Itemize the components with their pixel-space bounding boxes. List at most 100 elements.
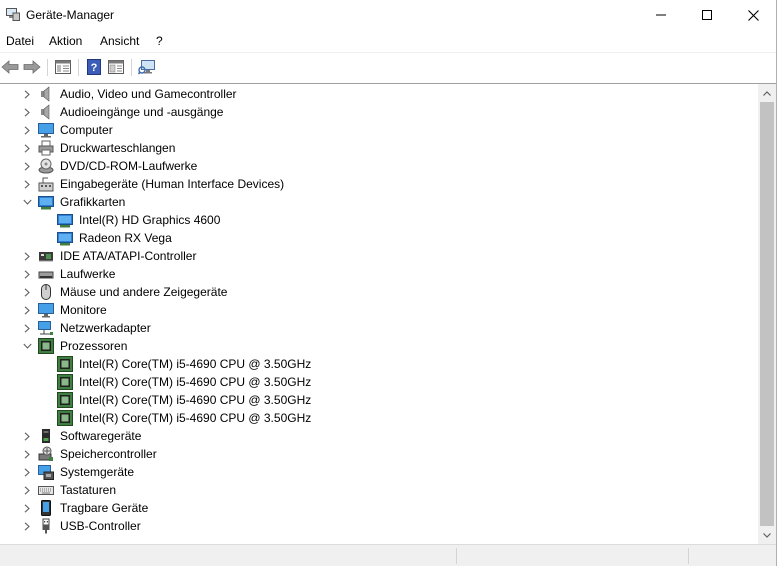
device-tree[interactable]: Audio, Video und Gamecontroller Audioeing… <box>0 83 758 544</box>
ide-controller-icon <box>38 248 54 264</box>
collapse-chevron-down-icon[interactable] <box>22 341 32 351</box>
tree-item-label: Computer <box>60 123 113 137</box>
scroll-up-button[interactable] <box>758 85 776 102</box>
expand-chevron-right-icon[interactable] <box>22 323 32 333</box>
tree-category-item[interactable]: Systemgeräte <box>0 463 758 481</box>
tree-item-label: Intel(R) Core(TM) i5-4690 CPU @ 3.50GHz <box>79 411 312 425</box>
display-adapter-icon <box>57 212 73 228</box>
tree-item-label: Monitore <box>60 303 107 317</box>
tree-category-item[interactable]: Speichercontroller <box>0 445 758 463</box>
tree-item-label: USB-Controller <box>60 519 141 533</box>
window-title: Geräte-Manager <box>26 8 115 22</box>
tree-item-label: Prozessoren <box>60 339 128 353</box>
close-icon <box>747 9 759 21</box>
storage-controller-icon <box>38 446 54 462</box>
expand-chevron-right-icon[interactable] <box>22 287 32 297</box>
help-button[interactable]: ? <box>84 57 104 77</box>
console-tree-button[interactable] <box>53 57 73 77</box>
display-adapter-icon <box>57 230 73 246</box>
menu-datei[interactable]: Datei <box>6 34 34 48</box>
expand-chevron-right-icon[interactable] <box>22 107 32 117</box>
expand-chevron-right-icon[interactable] <box>22 449 32 459</box>
scan-hardware-icon <box>138 60 155 75</box>
processor-icon <box>38 338 54 354</box>
tree-device-item[interactable]: Intel(R) Core(TM) i5-4690 CPU @ 3.50GHz <box>0 355 758 373</box>
tree-item-label: Intel(R) Core(TM) i5-4690 CPU @ 3.50GHz <box>79 393 312 407</box>
tree-item-label: Softwaregeräte <box>60 429 142 443</box>
processor-icon <box>57 374 73 390</box>
tree-device-item[interactable]: Radeon RX Vega <box>0 229 758 247</box>
tree-device-item[interactable]: Intel(R) Core(TM) i5-4690 CPU @ 3.50GHz <box>0 409 758 427</box>
menu-bar: Datei Aktion Ansicht ? <box>0 30 776 52</box>
toolbar: ? <box>0 52 776 81</box>
expand-chevron-right-icon[interactable] <box>22 269 32 279</box>
tree-category-item[interactable]: Mäuse und andere Zeigegeräte <box>0 283 758 301</box>
tree-category-item[interactable]: Prozessoren <box>0 337 758 355</box>
forward-button[interactable] <box>22 57 42 77</box>
status-pane <box>456 548 457 564</box>
usb-icon <box>38 518 54 534</box>
expand-chevron-right-icon[interactable] <box>22 305 32 315</box>
tree-category-item[interactable]: Monitore <box>0 301 758 319</box>
forward-arrow-icon <box>23 60 41 74</box>
tree-category-item[interactable]: DVD/CD-ROM-Laufwerke <box>0 157 758 175</box>
expand-chevron-right-icon[interactable] <box>22 143 32 153</box>
device-manager-window: Geräte-Manager Datei Aktion Ansicht ? ? … <box>0 0 777 566</box>
tree-item-label: Druckwarteschlangen <box>60 141 176 155</box>
minimize-button[interactable] <box>638 0 684 30</box>
expand-chevron-right-icon[interactable] <box>22 431 32 441</box>
tree-category-item[interactable]: Laufwerke <box>0 265 758 283</box>
tree-item-label: Intel(R) HD Graphics 4600 <box>79 213 221 227</box>
tree-category-item[interactable]: Grafikkarten <box>0 193 758 211</box>
processor-icon <box>57 410 73 426</box>
vertical-scrollbar[interactable] <box>758 83 776 544</box>
menu-ansicht[interactable]: Ansicht <box>100 34 139 48</box>
tree-item-label: Intel(R) Core(TM) i5-4690 CPU @ 3.50GHz <box>79 357 312 371</box>
maximize-button[interactable] <box>684 0 730 30</box>
expand-chevron-right-icon[interactable] <box>22 179 32 189</box>
tree-category-item[interactable]: IDE ATA/ATAPI-Controller <box>0 247 758 265</box>
tree-category-item[interactable]: Tastaturen <box>0 481 758 499</box>
expand-chevron-right-icon[interactable] <box>22 503 32 513</box>
tree-category-item[interactable]: USB-Controller <box>0 517 758 535</box>
properties-button[interactable] <box>106 57 126 77</box>
expand-chevron-right-icon[interactable] <box>22 467 32 477</box>
tree-category-item[interactable]: Eingabegeräte (Human Interface Devices) <box>0 175 758 193</box>
tree-category-item[interactable]: Softwaregeräte <box>0 427 758 445</box>
tree-category-item[interactable]: Netzwerkadapter <box>0 319 758 337</box>
expand-chevron-right-icon[interactable] <box>22 521 32 531</box>
close-button[interactable] <box>730 0 776 30</box>
scroll-down-button[interactable] <box>758 527 776 544</box>
expand-chevron-right-icon[interactable] <box>22 485 32 495</box>
tree-category-item[interactable]: Audioeingänge und -ausgänge <box>0 103 758 121</box>
svg-text:?: ? <box>91 62 98 74</box>
expand-chevron-right-icon[interactable] <box>22 125 32 135</box>
speaker-icon <box>38 104 54 120</box>
tree-item-label: Tragbare Geräte <box>60 501 149 515</box>
tree-category-item[interactable]: Audio, Video und Gamecontroller <box>0 85 758 103</box>
menu-aktion[interactable]: Aktion <box>49 34 82 48</box>
expand-chevron-right-icon[interactable] <box>22 251 32 261</box>
tree-device-item[interactable]: Intel(R) Core(TM) i5-4690 CPU @ 3.50GHz <box>0 391 758 409</box>
tree-category-item[interactable]: Computer <box>0 121 758 139</box>
collapse-chevron-down-icon[interactable] <box>22 197 32 207</box>
scan-hardware-button[interactable] <box>137 57 157 77</box>
system-device-icon <box>38 464 54 480</box>
display-adapter-icon <box>38 194 54 210</box>
back-button[interactable] <box>0 57 20 77</box>
chevron-up-icon <box>763 91 771 96</box>
expand-chevron-right-icon[interactable] <box>22 161 32 171</box>
tree-category-item[interactable]: Druckwarteschlangen <box>0 139 758 157</box>
status-pane <box>688 548 689 564</box>
scroll-thumb[interactable] <box>760 102 774 526</box>
menu-help[interactable]: ? <box>156 34 163 48</box>
expand-chevron-right-icon[interactable] <box>22 89 32 99</box>
maximize-icon <box>702 10 712 20</box>
minimize-icon <box>656 14 666 16</box>
disk-drive-icon <box>38 266 54 282</box>
tree-device-item[interactable]: Intel(R) Core(TM) i5-4690 CPU @ 3.50GHz <box>0 373 758 391</box>
tree-device-item[interactable]: Intel(R) HD Graphics 4600 <box>0 211 758 229</box>
tree-category-item[interactable]: Tragbare Geräte <box>0 499 758 517</box>
title-bar[interactable]: Geräte-Manager <box>0 0 776 30</box>
tree-item-label: Laufwerke <box>60 267 116 281</box>
